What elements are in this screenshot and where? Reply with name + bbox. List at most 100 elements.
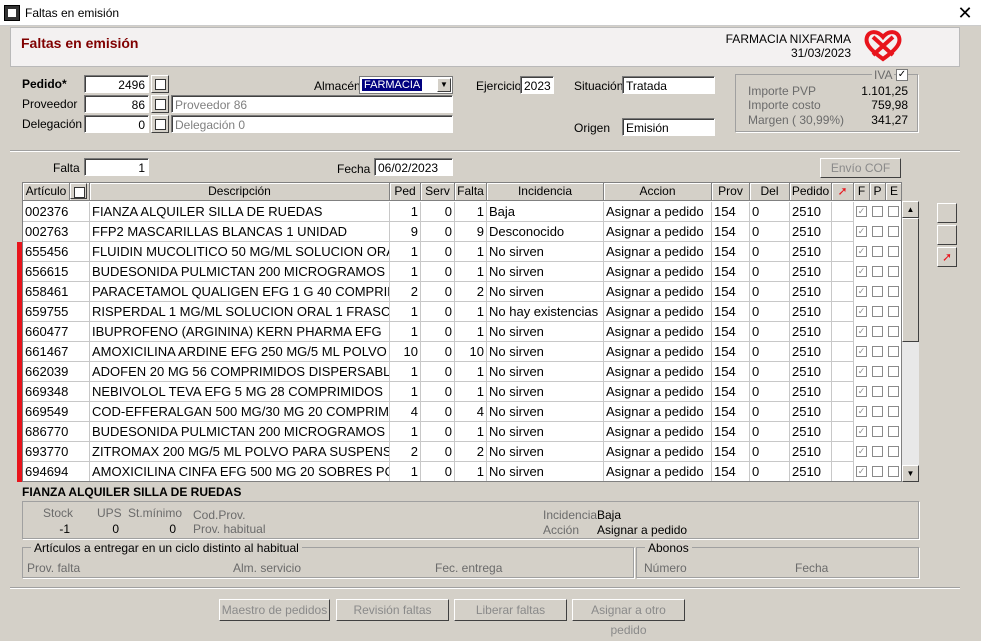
cell-articulo[interactable]: 660477 bbox=[23, 322, 90, 342]
cell-incidencia[interactable]: No hay existencias bbox=[487, 302, 604, 322]
e-checkbox[interactable] bbox=[888, 426, 899, 437]
table-row[interactable]: 669549 COD-EFFERALGAN 500 MG/30 MG 20 COM… bbox=[23, 402, 901, 422]
cell-prov[interactable]: 154 bbox=[712, 302, 750, 322]
cell-prov[interactable]: 154 bbox=[712, 242, 750, 262]
ejercicio-input[interactable]: 2023 bbox=[520, 76, 554, 94]
e-checkbox[interactable] bbox=[888, 306, 899, 317]
cell-falta[interactable]: 1 bbox=[455, 322, 487, 342]
cell-prov[interactable]: 154 bbox=[712, 422, 750, 442]
e-checkbox[interactable] bbox=[888, 326, 899, 337]
maestro-pedidos-button[interactable]: Maestro de pedidos bbox=[219, 599, 330, 621]
cell-del[interactable]: 0 bbox=[750, 262, 790, 282]
table-scrollbar[interactable]: ▲ ▼ bbox=[902, 201, 919, 482]
cell-articulo[interactable]: 661467 bbox=[23, 342, 90, 362]
cell-blank[interactable] bbox=[832, 202, 854, 222]
f-checkbox[interactable]: ✓ bbox=[856, 306, 867, 317]
iva-checkbox[interactable]: ✓ bbox=[896, 69, 908, 81]
f-checkbox[interactable]: ✓ bbox=[856, 406, 867, 417]
cell-falta[interactable]: 9 bbox=[455, 222, 487, 242]
cell-accion[interactable]: Asignar a pedido bbox=[604, 462, 712, 481]
table-row[interactable]: 002376 FIANZA ALQUILER SILLA DE RUEDAS 1 0 1… bbox=[23, 202, 901, 222]
cell-prov[interactable]: 154 bbox=[712, 462, 750, 481]
cell-accion[interactable]: Asignar a pedido bbox=[604, 422, 712, 442]
cell-falta[interactable]: 1 bbox=[455, 422, 487, 442]
cell-pedido[interactable]: 2510 bbox=[790, 322, 832, 342]
cell-incidencia[interactable]: No sirven bbox=[487, 242, 604, 262]
f-checkbox[interactable]: ✓ bbox=[856, 466, 867, 477]
table-row[interactable]: 658461 PARACETAMOL QUALIGEN EFG 1 G 40 CO… bbox=[23, 282, 901, 302]
cell-articulo[interactable]: 686770 bbox=[23, 422, 90, 442]
cell-prov[interactable]: 154 bbox=[712, 202, 750, 222]
envio-cof-button[interactable]: Envío COF bbox=[820, 158, 901, 178]
cell-falta[interactable]: 1 bbox=[455, 202, 487, 222]
cell-accion[interactable]: Asignar a pedido bbox=[604, 282, 712, 302]
cell-incidencia[interactable]: No sirven bbox=[487, 382, 604, 402]
cell-prov[interactable]: 154 bbox=[712, 222, 750, 242]
cell-articulo[interactable]: 002763 bbox=[23, 222, 90, 242]
cell-ped[interactable]: 2 bbox=[390, 282, 421, 302]
cell-articulo[interactable]: 656615 bbox=[23, 262, 90, 282]
header-p[interactable]: P bbox=[870, 183, 886, 201]
p-checkbox[interactable] bbox=[872, 246, 883, 257]
cell-falta[interactable]: 1 bbox=[455, 242, 487, 262]
cell-serv[interactable]: 0 bbox=[421, 282, 455, 302]
scroll-down-icon[interactable]: ▼ bbox=[902, 465, 919, 482]
cell-descripcion[interactable]: FFP2 MASCARILLAS BLANCAS 1 UNIDAD bbox=[90, 222, 390, 242]
cell-blank[interactable] bbox=[832, 402, 854, 422]
table-row[interactable]: 686770 BUDESONIDA PULMICTAN 200 MICROGRAM… bbox=[23, 422, 901, 442]
f-checkbox[interactable]: ✓ bbox=[856, 246, 867, 257]
proveedor-input[interactable]: 86 bbox=[84, 95, 149, 113]
delegacion-lookup-icon[interactable] bbox=[151, 115, 169, 133]
cell-accion[interactable]: Asignar a pedido bbox=[604, 262, 712, 282]
cell-pedido[interactable]: 2510 bbox=[790, 342, 832, 362]
p-checkbox[interactable] bbox=[872, 226, 883, 237]
p-checkbox[interactable] bbox=[872, 286, 883, 297]
header-del[interactable]: Del bbox=[750, 183, 790, 201]
table-row[interactable]: 661467 AMOXICILINA ARDINE EFG 250 MG/5 ML… bbox=[23, 342, 901, 362]
f-checkbox[interactable]: ✓ bbox=[856, 386, 867, 397]
cell-descripcion[interactable]: RISPERDAL 1 MG/ML SOLUCION ORAL 1 FRASCO bbox=[90, 302, 390, 322]
cell-del[interactable]: 0 bbox=[750, 222, 790, 242]
table-row[interactable]: 694694 AMOXICILINA CINFA EFG 500 MG 20 SO… bbox=[23, 462, 901, 481]
cell-blank[interactable] bbox=[832, 442, 854, 462]
table-row[interactable]: 662039 ADOFEN 20 MG 56 COMPRIMIDOS DISPER… bbox=[23, 362, 901, 382]
cell-prov[interactable]: 154 bbox=[712, 262, 750, 282]
cell-serv[interactable]: 0 bbox=[421, 442, 455, 462]
cell-del[interactable]: 0 bbox=[750, 302, 790, 322]
cell-pedido[interactable]: 2510 bbox=[790, 262, 832, 282]
cell-descripcion[interactable]: NEBIVOLOL TEVA EFG 5 MG 28 COMPRIMIDOS bbox=[90, 382, 390, 402]
cell-falta[interactable]: 2 bbox=[455, 442, 487, 462]
p-checkbox[interactable] bbox=[872, 306, 883, 317]
cell-pedido[interactable]: 2510 bbox=[790, 442, 832, 462]
almacen-select[interactable]: FARMACIA ▼ bbox=[359, 76, 453, 94]
cell-del[interactable]: 0 bbox=[750, 442, 790, 462]
cell-serv[interactable]: 0 bbox=[421, 242, 455, 262]
cell-ped[interactable]: 9 bbox=[390, 222, 421, 242]
cell-incidencia[interactable]: Desconocido bbox=[487, 222, 604, 242]
cell-blank[interactable] bbox=[832, 282, 854, 302]
cell-descripcion[interactable]: FIANZA ALQUILER SILLA DE RUEDAS bbox=[90, 202, 390, 222]
cell-ped[interactable]: 4 bbox=[390, 402, 421, 422]
cell-serv[interactable]: 0 bbox=[421, 342, 455, 362]
cell-ped[interactable]: 1 bbox=[390, 462, 421, 481]
cell-serv[interactable]: 0 bbox=[421, 462, 455, 481]
cell-incidencia[interactable]: No sirven bbox=[487, 322, 604, 342]
revision-faltas-button[interactable]: Revisión faltas bbox=[336, 599, 449, 621]
cell-del[interactable]: 0 bbox=[750, 382, 790, 402]
cell-pedido[interactable]: 2510 bbox=[790, 382, 832, 402]
e-checkbox[interactable] bbox=[888, 346, 899, 357]
cell-accion[interactable]: Asignar a pedido bbox=[604, 362, 712, 382]
cell-blank[interactable] bbox=[832, 422, 854, 442]
asignar-otro-pedido-button[interactable]: Asignar a otro pedido bbox=[572, 599, 685, 637]
scroll-up-icon[interactable]: ▲ bbox=[902, 201, 919, 218]
cell-descripcion[interactable]: COD-EFFERALGAN 500 MG/30 MG 20 COMPRIMID… bbox=[90, 402, 390, 422]
cell-prov[interactable]: 154 bbox=[712, 362, 750, 382]
header-prov[interactable]: Prov bbox=[712, 183, 750, 201]
header-incidencia[interactable]: Incidencia bbox=[487, 183, 604, 201]
cell-serv[interactable]: 0 bbox=[421, 262, 455, 282]
cell-descripcion[interactable]: BUDESONIDA PULMICTAN 200 MICROGRAMOS bbox=[90, 262, 390, 282]
cell-pedido[interactable]: 2510 bbox=[790, 422, 832, 442]
cell-pedido[interactable]: 2510 bbox=[790, 402, 832, 422]
cell-blank[interactable] bbox=[832, 342, 854, 362]
cell-pedido[interactable]: 2510 bbox=[790, 242, 832, 262]
